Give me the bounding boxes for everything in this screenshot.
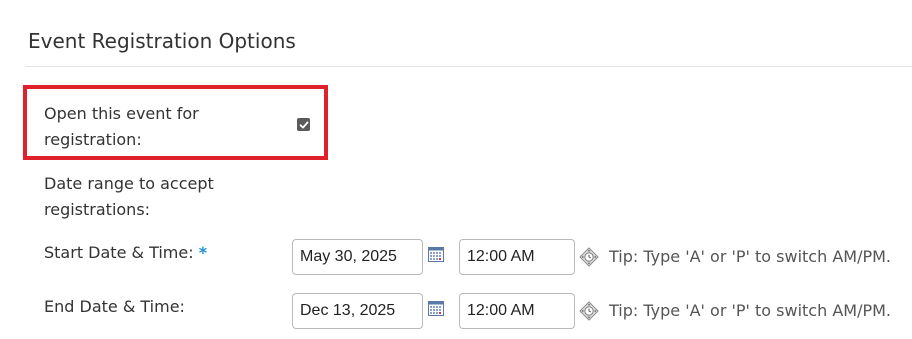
- start-date-input[interactable]: [292, 239, 423, 275]
- date-range-label: Date range to accept registrations:: [44, 171, 214, 223]
- check-icon: [299, 121, 308, 128]
- calendar-icon[interactable]: [428, 246, 444, 262]
- end-date-time-label: End Date & Time:: [44, 294, 185, 320]
- start-time-input[interactable]: [459, 239, 575, 275]
- section-title: Event Registration Options: [28, 29, 296, 53]
- end-date-input[interactable]: [292, 293, 423, 329]
- time-picker-icon[interactable]: [579, 301, 599, 321]
- time-picker-icon[interactable]: [579, 247, 599, 267]
- required-marker: *: [198, 243, 208, 262]
- start-date-time-label: Start Date & Time: *: [44, 240, 207, 266]
- start-date-time-label-text: Start Date & Time:: [44, 243, 194, 262]
- end-date-time-label-text: End Date & Time:: [44, 297, 185, 316]
- end-time-tip: Tip: Type 'A' or 'P' to switch AM/PM.: [609, 301, 891, 320]
- date-range-label-line1: Date range to accept: [44, 174, 214, 193]
- calendar-icon[interactable]: [428, 300, 444, 316]
- open-registration-checkbox[interactable]: [297, 118, 310, 131]
- start-time-tip: Tip: Type 'A' or 'P' to switch AM/PM.: [609, 247, 891, 266]
- end-time-input[interactable]: [459, 293, 575, 329]
- section-divider: [25, 66, 912, 67]
- open-registration-label: Open this event for registration:: [44, 101, 199, 153]
- date-range-label-line2: registrations:: [44, 200, 151, 219]
- open-registration-label-line1: Open this event for: [44, 104, 199, 123]
- open-registration-label-line2: registration:: [44, 130, 142, 149]
